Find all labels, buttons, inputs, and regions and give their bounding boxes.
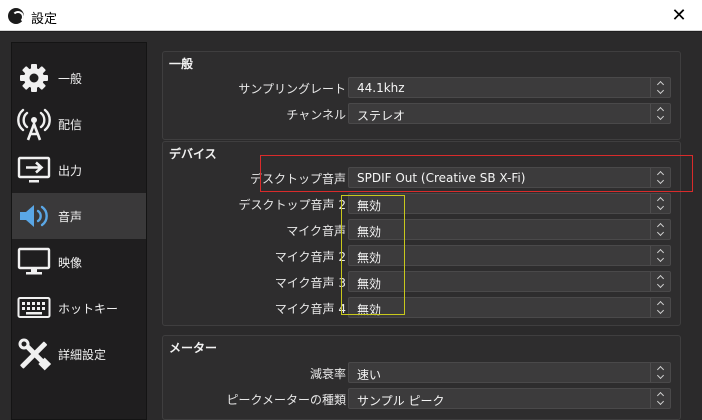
sidebar-item-label: ホットキー <box>58 301 119 316</box>
desktop-audio-value: SPDIF Out (Creative SB X-Fi) <box>357 171 526 185</box>
mic-audio-select[interactable]: 無効 <box>348 219 671 240</box>
mic-audio-2-select[interactable]: 無効 <box>348 245 671 266</box>
updown-arrow-icon <box>650 78 670 97</box>
close-button[interactable]: ✕ <box>656 0 702 31</box>
tools-icon <box>16 336 52 372</box>
sidebar-item-label: 出力 <box>58 163 83 178</box>
desktop-audio-select[interactable]: SPDIF Out (Creative SB X-Fi) <box>348 167 671 188</box>
updown-arrow-icon <box>650 246 670 265</box>
output-icon <box>16 152 52 188</box>
decay-rate-label: 減衰率 <box>309 367 346 381</box>
updown-arrow-icon <box>650 220 670 239</box>
monitor-icon <box>16 244 52 280</box>
desktop-audio-2-select[interactable]: 無効 <box>348 193 671 214</box>
mic-audio-2-label: マイク音声 2 <box>274 250 346 264</box>
decay-rate-select[interactable]: 速い <box>348 362 671 383</box>
devices-group-title: デバイス <box>169 147 217 161</box>
sidebar-item-label: 音声 <box>58 209 83 224</box>
updown-arrow-icon <box>650 272 670 291</box>
peak-meter-type-select[interactable]: サンプル ピーク <box>348 388 671 409</box>
desktop-audio-label: デスクトップ音声 <box>249 172 346 186</box>
meters-group-title: メーター <box>169 341 218 355</box>
desktop-audio-2-label: デスクトップ音声 2 <box>238 198 346 212</box>
sidebar-item-audio[interactable]: 音声 <box>12 193 146 239</box>
sidebar-item-video[interactable]: 映像 <box>12 239 146 285</box>
channels-label: チャンネル <box>286 108 346 122</box>
general-group: 一般 サンプリングレート 44.1khz チャンネル ステレオ <box>162 51 681 140</box>
updown-arrow-icon <box>650 298 670 317</box>
sidebar-item-label: 一般 <box>58 71 83 86</box>
sidebar-item-label: 配信 <box>58 117 83 132</box>
mic-audio-4-select[interactable]: 無効 <box>348 297 671 318</box>
title-bar: 設定 ✕ <box>0 0 702 31</box>
sidebar-item-advanced[interactable]: 詳細設定 <box>12 331 146 377</box>
settings-body: 一般 配信 出力 音声 映像 ホットキー 詳細設定 一般 サンプリングレート 4… <box>0 32 702 420</box>
decay-rate-value: 速い <box>357 368 382 382</box>
obs-logo-icon <box>8 8 24 24</box>
devices-group: デバイス デスクトップ音声 SPDIF Out (Creative SB X-F… <box>162 141 681 326</box>
peak-meter-type-value: サンプル ピーク <box>357 394 445 408</box>
mic-audio-3-value: 無効 <box>357 277 382 291</box>
window-title: 設定 <box>31 12 58 27</box>
sample-rate-label: サンプリングレート <box>238 82 346 96</box>
broadcast-icon <box>16 106 52 142</box>
meters-group: メーター 減衰率 速い ピークメーターの種類 サンプル ピーク <box>162 335 681 420</box>
mic-audio-2-value: 無効 <box>357 251 382 265</box>
mic-audio-value: 無効 <box>357 225 382 239</box>
channels-select[interactable]: ステレオ <box>348 103 671 124</box>
gear-icon <box>16 60 52 96</box>
sidebar-item-hotkeys[interactable]: ホットキー <box>12 285 146 331</box>
general-group-title: 一般 <box>169 57 194 71</box>
channels-value: ステレオ <box>357 109 406 123</box>
speaker-icon <box>16 198 52 234</box>
sample-rate-value: 44.1khz <box>357 81 405 95</box>
updown-arrow-icon <box>650 363 670 382</box>
sidebar-item-stream[interactable]: 配信 <box>12 101 146 147</box>
settings-panel: 一般 サンプリングレート 44.1khz チャンネル ステレオ デバイス デスク… <box>148 42 702 420</box>
updown-arrow-icon <box>650 168 670 187</box>
updown-arrow-icon <box>650 389 670 408</box>
keyboard-icon <box>16 290 52 326</box>
sidebar-item-output[interactable]: 出力 <box>12 147 146 193</box>
settings-sidebar: 一般 配信 出力 音声 映像 ホットキー 詳細設定 <box>11 42 147 420</box>
desktop-audio-2-value: 無効 <box>357 199 382 213</box>
mic-audio-3-select[interactable]: 無効 <box>348 271 671 292</box>
sidebar-item-label: 映像 <box>58 255 83 270</box>
peak-meter-type-label: ピークメーターの種類 <box>226 393 346 407</box>
sidebar-item-label: 詳細設定 <box>58 347 107 362</box>
mic-audio-4-value: 無効 <box>357 303 382 317</box>
updown-arrow-icon <box>650 194 670 213</box>
sidebar-item-general[interactable]: 一般 <box>12 55 146 101</box>
mic-audio-4-label: マイク音声 4 <box>274 302 346 316</box>
sample-rate-select[interactable]: 44.1khz <box>348 77 671 98</box>
updown-arrow-icon <box>650 104 670 123</box>
mic-audio-3-label: マイク音声 3 <box>274 276 346 290</box>
mic-audio-label: マイク音声 <box>286 224 346 238</box>
